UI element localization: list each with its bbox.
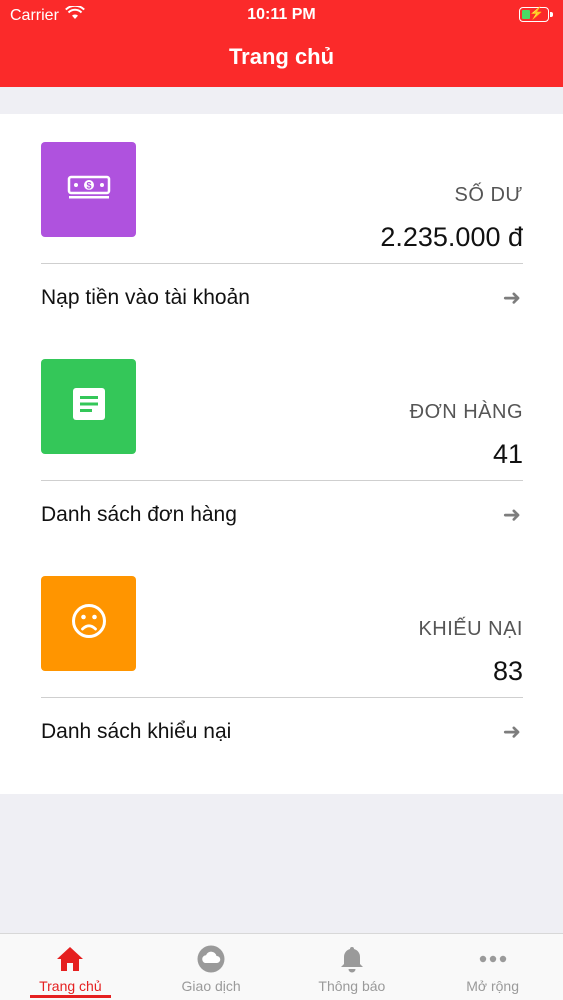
sad-face-icon	[71, 603, 107, 644]
balance-section: $ SỐ DƯ 2.235.000 đ Nạp tiền vào tài kho…	[41, 142, 523, 342]
balance-label: SỐ DƯ	[454, 184, 523, 206]
complaints-value: 83	[492, 656, 523, 686]
orders-label: ĐƠN HÀNG	[409, 401, 523, 423]
complaints-list-link-label: Danh sách khiểu nại	[41, 720, 232, 743]
arrow-right-icon: ➜	[502, 502, 521, 527]
tab-notifications-label: Thông báo	[318, 978, 386, 994]
complaints-section: KHIẾU NẠI 83 Danh sách khiểu nại ➜	[41, 576, 523, 776]
status-time: 10:11 PM	[247, 6, 316, 23]
page-title: Trang chủ	[228, 44, 335, 69]
orders-tile	[41, 359, 136, 454]
tab-transactions-label: Giao dịch	[181, 978, 241, 994]
tab-home-label: Trang chủ	[39, 978, 102, 994]
cloud-icon	[197, 944, 225, 974]
divider	[41, 697, 523, 698]
topup-link[interactable]: Nạp tiền vào tài khoản ➜	[41, 282, 523, 314]
orders-value: 41	[492, 439, 523, 469]
app-header: Carrier 10:11 PM ⚡ Trang chủ	[0, 0, 563, 87]
complaints-list-link[interactable]: Danh sách khiểu nại ➜	[41, 716, 523, 748]
bell-icon	[339, 944, 365, 974]
active-tab-indicator	[30, 995, 111, 998]
orders-list-link-label: Danh sách đơn hàng	[41, 503, 237, 526]
document-icon	[72, 388, 105, 425]
divider	[41, 480, 523, 481]
more-icon	[479, 944, 507, 974]
tab-more[interactable]: Mở rộng	[422, 934, 563, 1000]
svg-text:$: $	[86, 181, 91, 191]
money-icon: $	[67, 174, 111, 205]
divider	[41, 263, 523, 264]
home-icon	[56, 944, 84, 974]
status-bar: Carrier 10:11 PM ⚡	[0, 0, 563, 30]
complaints-label: KHIẾU NẠI	[418, 618, 523, 640]
topup-link-label: Nạp tiền vào tài khoản	[41, 286, 250, 309]
orders-section: ĐƠN HÀNG 41 Danh sách đơn hàng ➜	[41, 359, 523, 559]
arrow-right-icon: ➜	[502, 285, 521, 310]
dashboard-card: $ SỐ DƯ 2.235.000 đ Nạp tiền vào tài kho…	[0, 114, 563, 794]
balance-value: 2.235.000 đ	[380, 222, 523, 252]
tab-notifications[interactable]: Thông báo	[282, 934, 423, 1000]
arrow-right-icon: ➜	[502, 719, 521, 744]
battery-icon: ⚡	[519, 6, 553, 22]
orders-list-link[interactable]: Danh sách đơn hàng ➜	[41, 499, 523, 531]
balance-tile: $	[41, 142, 136, 237]
tab-more-label: Mở rộng	[466, 978, 519, 994]
tab-bar: Trang chủ Giao dịch Thông báo Mở rộng	[0, 933, 563, 1000]
complaints-tile	[41, 576, 136, 671]
tab-home[interactable]: Trang chủ	[0, 934, 141, 1000]
tab-transactions[interactable]: Giao dịch	[141, 934, 282, 1000]
